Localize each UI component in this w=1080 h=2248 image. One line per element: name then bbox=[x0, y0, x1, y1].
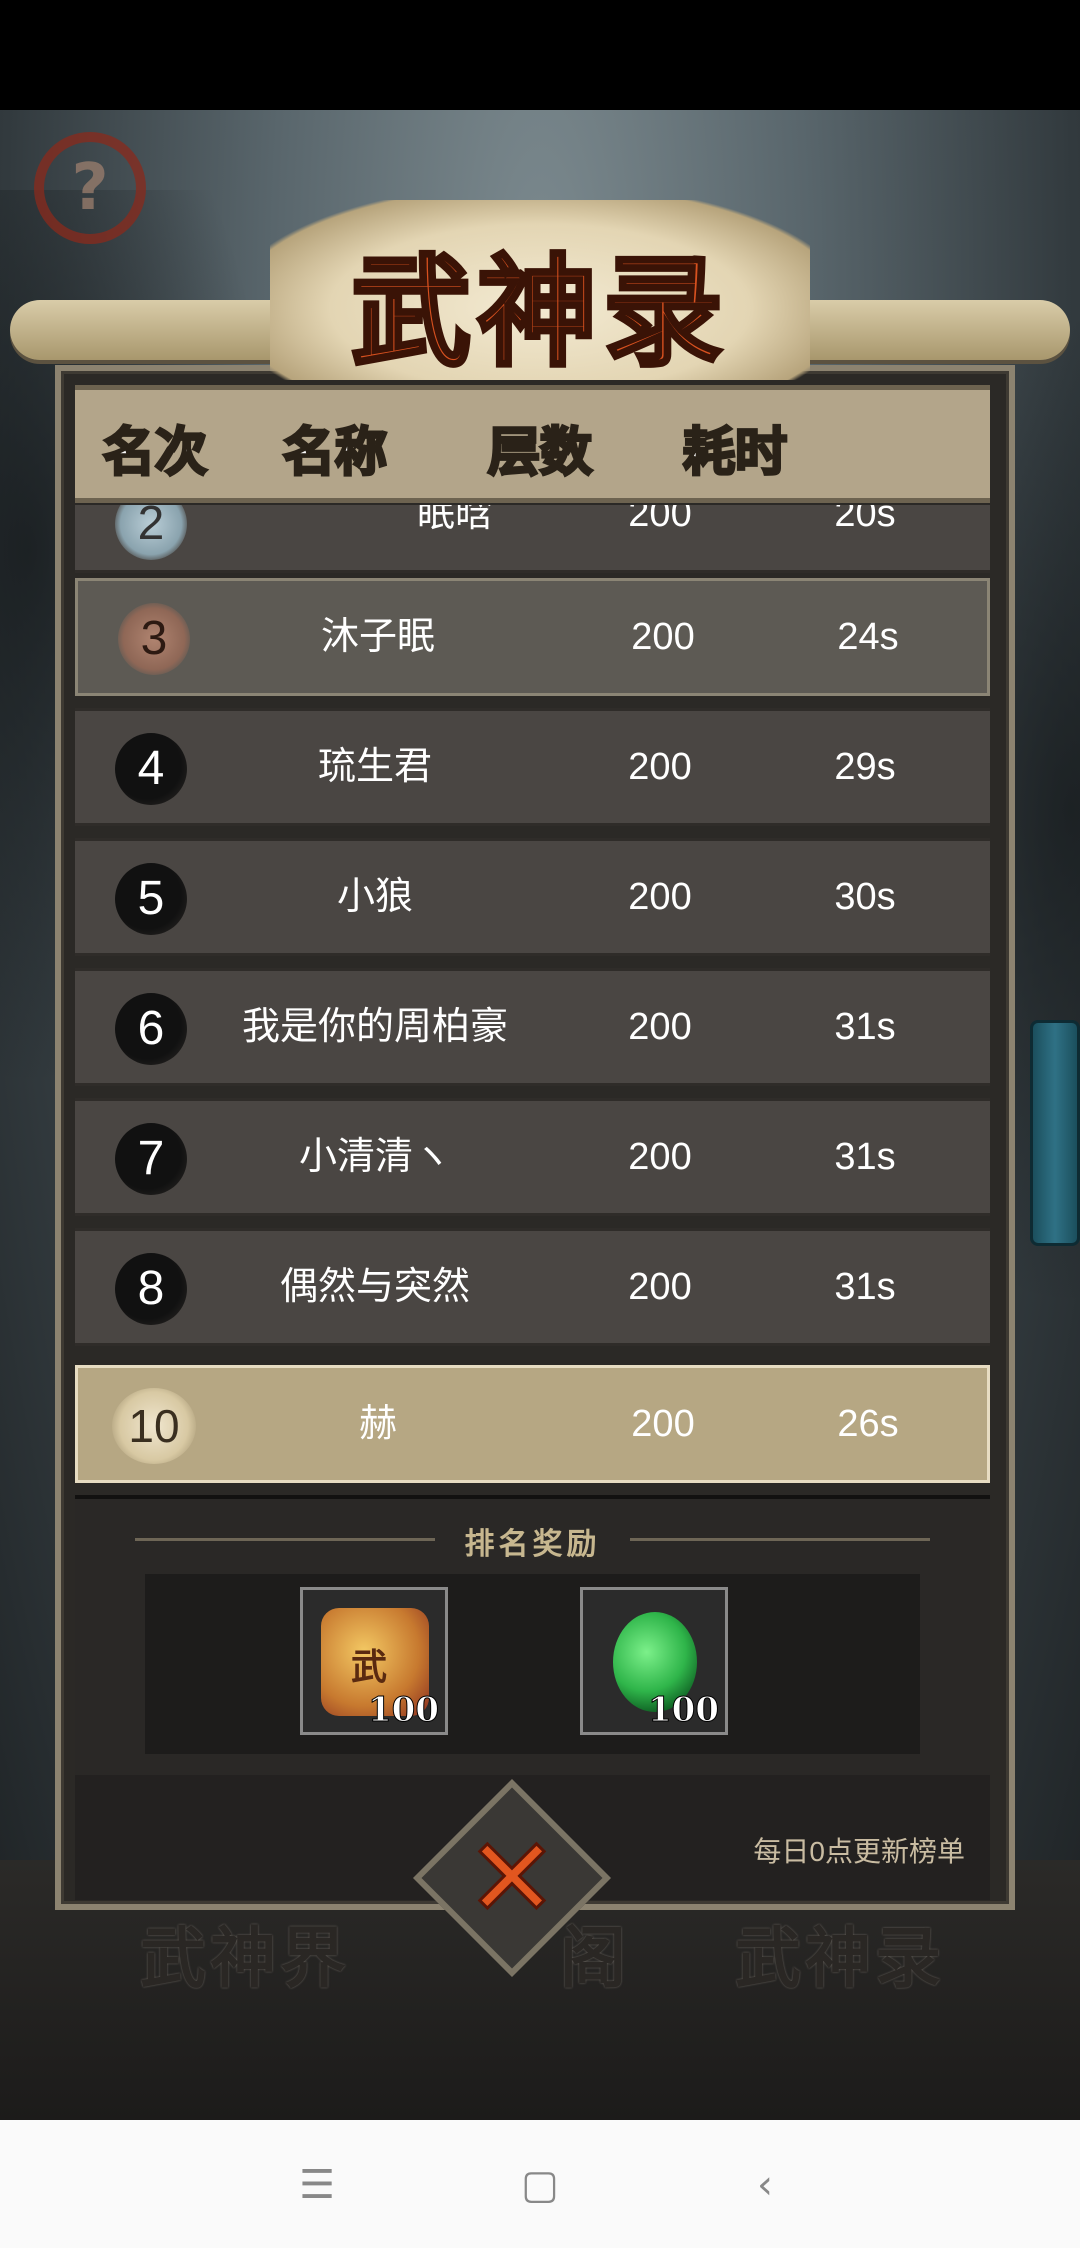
floor-value: 200 bbox=[628, 876, 692, 918]
reward-section: 排名奖励 武 100 100 bbox=[75, 1495, 990, 1775]
header-rank: 名次 bbox=[101, 421, 208, 485]
self-name: 赫 bbox=[358, 1403, 397, 1445]
reward-item-jade[interactable]: 100 bbox=[580, 1587, 728, 1735]
player-name: 小清清ヽ bbox=[298, 1136, 451, 1178]
reward-qty: 100 bbox=[368, 1690, 440, 1731]
table-row[interactable]: 6 我是你的周柏豪 200 31s bbox=[75, 968, 990, 1086]
time-value: 30s bbox=[834, 876, 896, 918]
home-icon[interactable]: ▢ bbox=[500, 2150, 580, 2220]
player-name: 我是你的周柏豪 bbox=[241, 1006, 508, 1048]
page-title: 武神录 bbox=[349, 240, 729, 385]
table-row[interactable]: 8 偶然与突然 200 31s bbox=[75, 1228, 990, 1346]
floor-value: 200 bbox=[628, 1266, 692, 1308]
back-icon[interactable]: ‹ bbox=[725, 2150, 805, 2220]
table-row[interactable]: 2 眠晗 200 20s bbox=[75, 505, 990, 573]
self-floor: 200 bbox=[631, 1403, 695, 1445]
rank-badge: 2 bbox=[115, 505, 187, 560]
header-time: 耗时 bbox=[681, 421, 788, 485]
reward-box bbox=[145, 1574, 920, 1754]
time-value: 29s bbox=[834, 746, 896, 788]
player-name: 琉生君 bbox=[317, 746, 432, 788]
time-value: 31s bbox=[834, 1136, 896, 1178]
floor-value: 200 bbox=[631, 616, 695, 658]
time-value: 31s bbox=[834, 1006, 896, 1048]
divider-right bbox=[630, 1538, 930, 1541]
floor-value: 200 bbox=[628, 505, 692, 535]
player-name: 沐子眠 bbox=[320, 616, 435, 658]
reward-item-token[interactable]: 武 100 bbox=[300, 1587, 448, 1735]
update-note: 每日0点更新榜单 bbox=[753, 1836, 965, 1867]
system-navbar: ☰ ▢ ‹ bbox=[0, 2120, 1080, 2248]
floor-value: 200 bbox=[628, 1136, 692, 1178]
table-row[interactable]: 5 小狼 200 30s bbox=[75, 838, 990, 956]
menu-icon[interactable]: ☰ bbox=[277, 2150, 357, 2220]
time-value: 31s bbox=[834, 1266, 896, 1308]
player-name: 偶然与突然 bbox=[279, 1266, 470, 1308]
time-value: 24s bbox=[837, 616, 899, 658]
time-value: 20s bbox=[834, 505, 896, 535]
table-row[interactable]: 7 小清清ヽ 200 31s bbox=[75, 1098, 990, 1216]
scroll-icon[interactable] bbox=[1030, 1020, 1080, 1246]
header-floor: 层数 bbox=[486, 421, 593, 485]
close-button[interactable]: ✕ bbox=[442, 1808, 582, 1948]
player-name: 小狼 bbox=[336, 876, 413, 918]
floor-value: 200 bbox=[628, 1006, 692, 1048]
table-row[interactable]: 3 沐子眠 200 24s bbox=[75, 578, 990, 696]
bottom-tab-wushenlu[interactable]: 武神录 bbox=[735, 1905, 945, 2001]
reward-qty: 100 bbox=[648, 1690, 720, 1731]
table-header: 名次 名称 层数 耗时 bbox=[75, 385, 990, 503]
token-glyph: 武 bbox=[351, 1647, 388, 1688]
ranking-list[interactable]: 2 眠晗 200 20s 3 沐子眠 200 24s 4 琉生君 200 29s… bbox=[75, 505, 990, 1495]
bottom-tab-wushenjie[interactable]: 武神界 bbox=[140, 1905, 350, 2001]
reward-title: 排名奖励 bbox=[464, 1527, 601, 1562]
table-row[interactable]: 4 琉生君 200 29s bbox=[75, 708, 990, 826]
status-bar bbox=[0, 0, 1080, 110]
self-time: 26s bbox=[837, 1403, 899, 1445]
self-rank-row[interactable]: 10 赫 200 26s bbox=[75, 1365, 990, 1483]
header-name: 名称 bbox=[281, 421, 388, 485]
floor-value: 200 bbox=[628, 746, 692, 788]
